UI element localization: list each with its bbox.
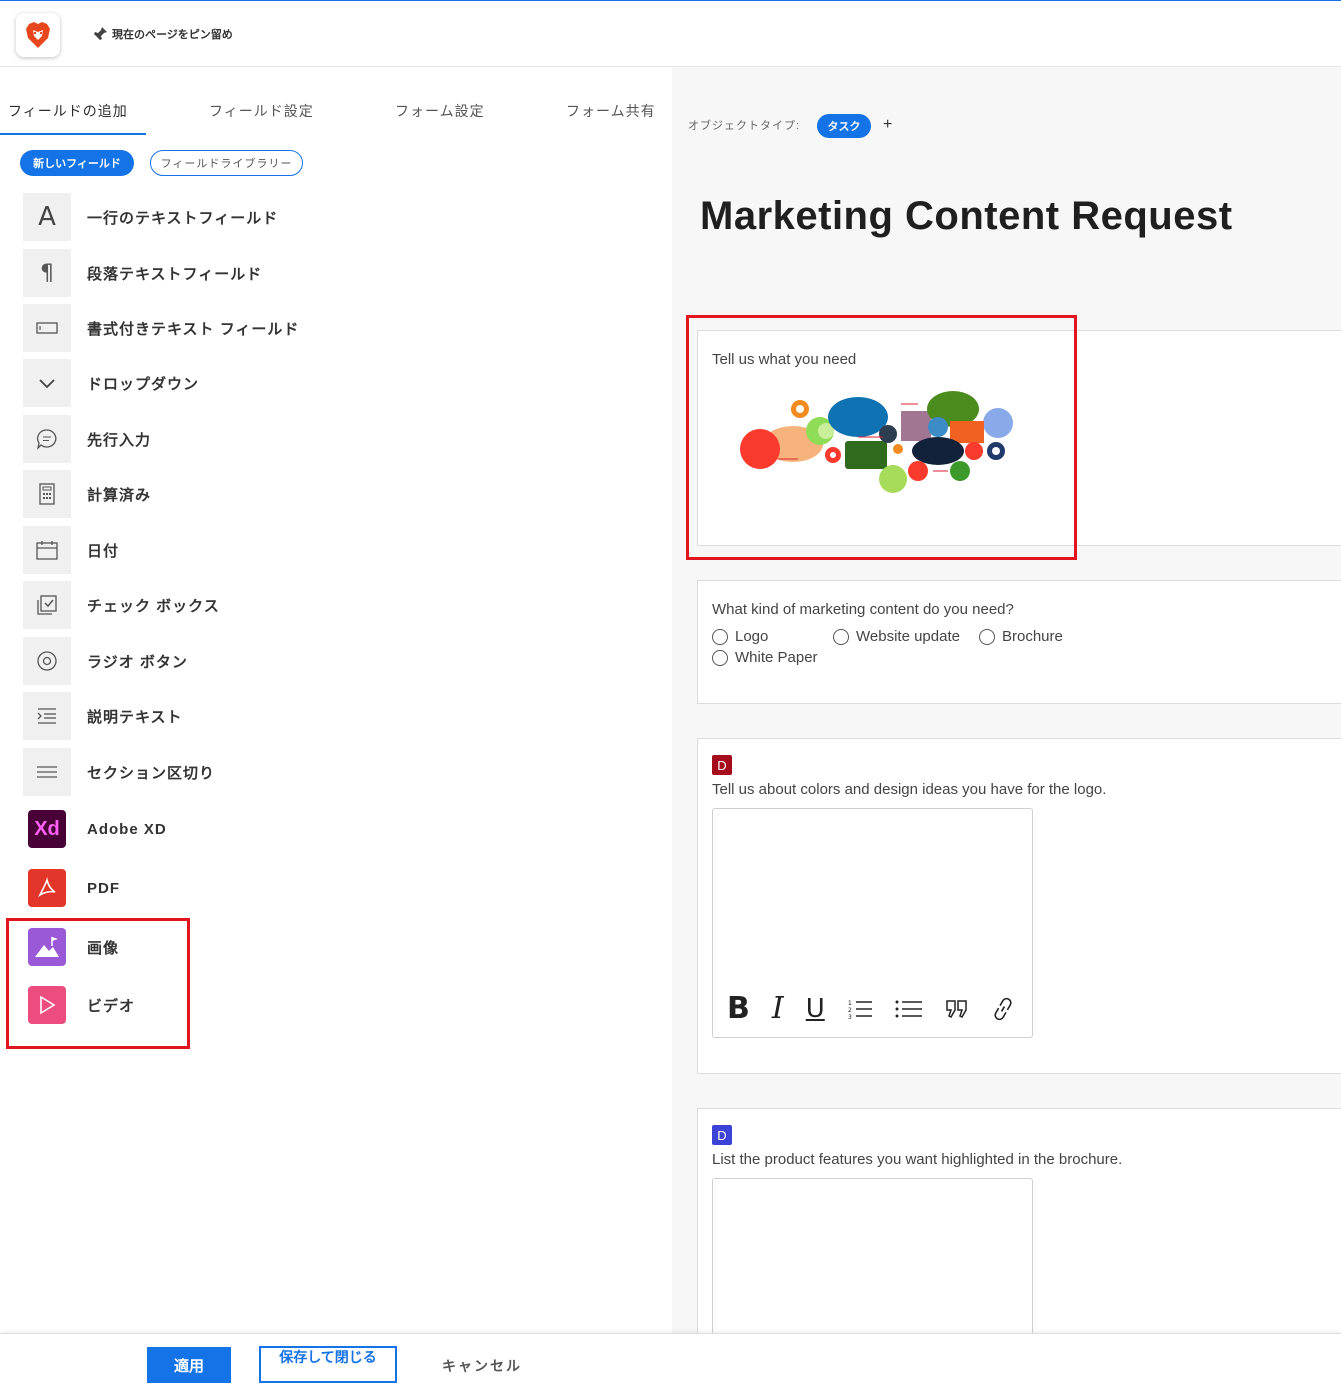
field-item-label: PDF [87,879,120,897]
italic-icon[interactable]: I [772,991,784,1026]
field-item-calculated[interactable]: 計算済み [23,470,383,518]
form-card-brochure-features[interactable]: D List the product features you want hig… [697,1108,1341,1333]
radio-circle-icon [833,628,849,645]
tab-form-settings[interactable]: フォーム設定 [395,101,485,121]
save-and-close-button[interactable]: 保存して閉じる [259,1346,397,1383]
radio-icon [23,637,71,685]
description-icon [23,692,71,740]
radio-circle-icon [979,628,995,645]
chat-bubble-icon [23,415,71,463]
field-item-checkbox[interactable]: チェック ボックス [23,581,383,629]
form-title: Marketing Content Request [700,194,1233,238]
radio-circle-icon [712,628,728,645]
field-item-label: 先行入力 [87,431,152,449]
add-object-type-button[interactable]: + [883,116,892,134]
field-item-label: ラジオ ボタン [87,653,188,671]
question-label: What kind of marketing content do you ne… [712,601,1014,618]
calendar-icon [23,526,71,574]
form-card-radio[interactable]: What kind of marketing content do you ne… [697,580,1341,704]
tab-add-field[interactable]: フィールドの追加 [8,101,128,121]
field-library-button[interactable]: フィールドライブラリー [150,150,303,176]
panel-tabs: フィールドの追加 フィールド設定 フォーム設定 フォーム共有 [0,67,672,137]
pin-label: 現在のページをピン留め [112,29,233,41]
radio-option-label: Logo [735,628,769,645]
radio-option-website-update[interactable]: Website update [833,628,960,645]
tab-field-settings[interactable]: フィールド設定 [209,101,314,121]
field-item-label: 一行のテキストフィールド [87,209,279,227]
pdf-icon [23,864,71,912]
question-label: List the product features you want highl… [712,1151,1123,1168]
radio-option-label: Website update [856,628,960,645]
radio-circle-icon [712,649,728,666]
pin-page-button[interactable]: 現在のページをピン留め [92,26,233,42]
active-tab-indicator [0,133,146,135]
browser-topbar: 現在のページをピン留め [0,1,1341,67]
radio-option-label: White Paper [735,649,818,666]
highlight-box-image-card [686,315,1077,560]
svg-text:2: 2 [848,1007,852,1014]
pin-icon [93,27,107,41]
apply-button[interactable]: 適用 [147,1347,231,1383]
field-item-label: チェック ボックス [87,597,220,615]
radio-option-label: Brochure [1002,628,1063,645]
field-item-typeahead[interactable]: 先行入力 [23,415,383,463]
section-break-icon [23,748,71,796]
rich-text-input[interactable]: B I U 123 [712,808,1033,1038]
field-item-rich-text[interactable]: 書式付きテキスト フィールド [23,304,383,352]
field-item-label: 日付 [87,542,120,560]
footer-bar: 適用 保存して閉じる キャンセル [0,1333,1341,1400]
field-panel: フィールドの追加 フィールド設定 フォーム設定 フォーム共有 新しいフィールド … [0,67,672,1333]
chevron-down-icon [23,359,71,407]
field-item-single-line[interactable]: A 一行のテキストフィールド [23,193,383,241]
underline-icon[interactable]: U [806,994,825,1024]
numbered-list-icon[interactable]: 123 [847,998,873,1020]
cancel-button[interactable]: キャンセル [442,1356,522,1376]
rich-text-input[interactable] [712,1178,1033,1333]
form-card-logo-ideas[interactable]: D Tell us about colors and design ideas … [697,738,1341,1074]
radio-option-white-paper[interactable]: White Paper [712,649,818,666]
field-item-label: 説明テキスト [87,708,183,726]
rich-text-toolbar: B I U 123 [727,991,1015,1026]
radio-option-brochure[interactable]: Brochure [979,628,1063,645]
adobe-xd-icon: Xd [23,805,71,853]
field-item-section-break[interactable]: セクション区切り [23,748,383,796]
field-item-date[interactable]: 日付 [23,526,383,574]
field-item-adobe-xd[interactable]: Xd Adobe XD [23,805,383,853]
field-item-label: Adobe XD [87,820,167,838]
tab-form-share[interactable]: フォーム共有 [566,101,656,121]
logic-badge: D [712,1125,732,1145]
radio-option-logo[interactable]: Logo [712,628,768,645]
paragraph-icon: ¶ [23,249,71,297]
quote-icon[interactable] [945,998,969,1020]
logic-badge: D [712,755,732,775]
highlight-box-media-fields [6,918,190,1049]
field-item-label: 書式付きテキスト フィールド [87,320,300,338]
calculator-icon [23,470,71,518]
object-type-label: オブジェクトタイプ: [688,120,801,132]
question-label: Tell us about colors and design ideas yo… [712,781,1107,798]
rich-text-icon [23,304,71,352]
form-preview: オブジェクトタイプ: タスク + Marketing Content Reque… [672,67,1341,1333]
text-a-icon: A [23,193,71,241]
field-item-description[interactable]: 説明テキスト [23,692,383,740]
field-item-radio[interactable]: ラジオ ボタン [23,637,383,685]
field-item-label: セクション区切り [87,764,216,782]
bulleted-list-icon[interactable] [895,998,923,1020]
field-item-dropdown[interactable]: ドロップダウン [23,359,383,407]
field-item-label: ドロップダウン [87,375,200,393]
svg-text:3: 3 [848,1014,852,1020]
object-type-badge[interactable]: タスク [817,114,871,138]
field-item-paragraph[interactable]: ¶ 段落テキストフィールド [23,249,383,297]
brave-logo-icon[interactable] [16,13,60,57]
link-icon[interactable] [991,995,1015,1023]
field-item-label: 段落テキストフィールド [87,265,263,283]
field-item-label: 計算済み [87,486,152,504]
checkbox-icon [23,581,71,629]
svg-text:1: 1 [848,1000,852,1007]
field-item-pdf[interactable]: PDF [23,864,383,912]
bold-icon[interactable]: B [727,991,750,1026]
new-field-button[interactable]: 新しいフィールド [20,150,134,176]
